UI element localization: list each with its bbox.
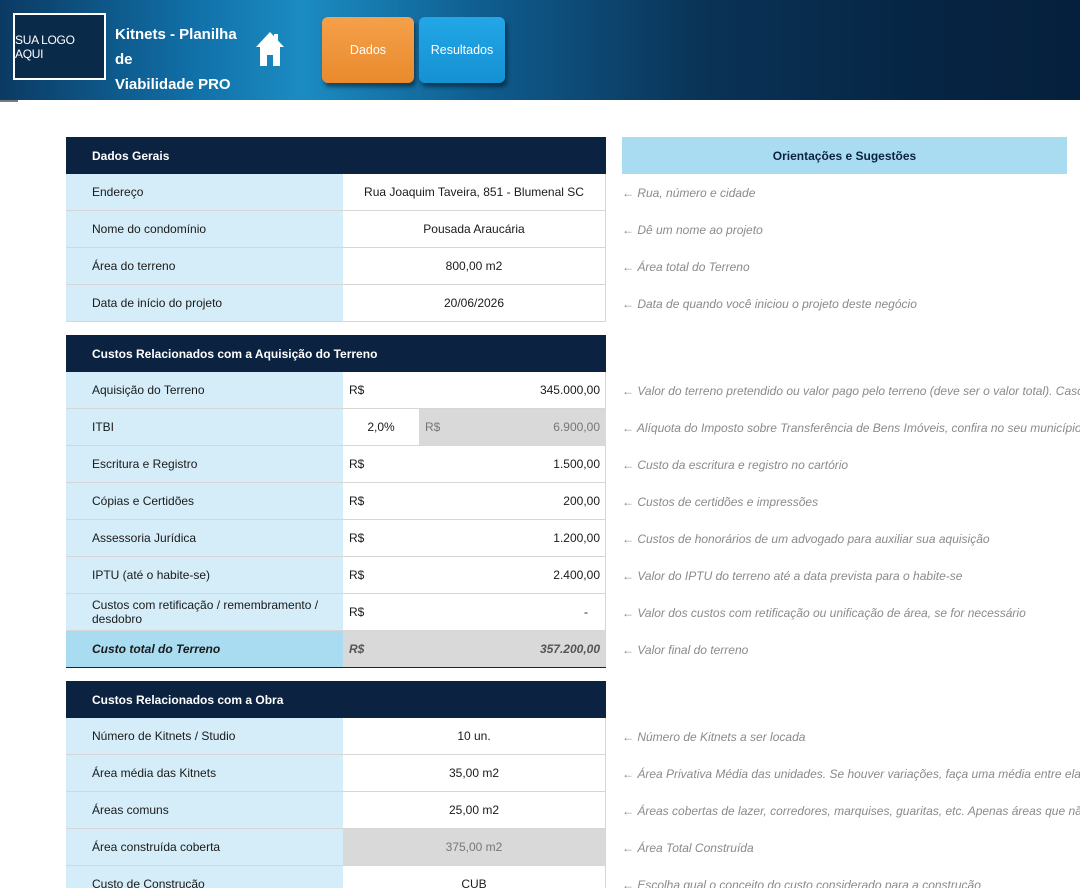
- row-aquisicao: Aquisição do Terreno R$ 345.000,00: [66, 372, 606, 409]
- logo-text: SUA LOGO AQUI: [15, 32, 75, 61]
- label-copias: Cópias e Certidões: [66, 483, 343, 519]
- label-custo-construcao: Custo de Construção: [66, 866, 343, 888]
- label-assessoria: Assessoria Jurídica: [66, 520, 343, 556]
- row-escritura: Escritura e Registro R$ 1.500,00: [66, 446, 606, 483]
- label-area-terreno: Área do terreno: [66, 248, 343, 284]
- hint-iptu: ← Valor do IPTU do terreno até a data pr…: [622, 568, 963, 583]
- resultados-button[interactable]: Resultados: [419, 17, 505, 83]
- hint-custo-construcao: ← Escolha qual o conceito do custo consi…: [622, 877, 981, 888]
- input-itbi-percent[interactable]: 2,0%: [343, 409, 419, 445]
- hint-itbi: ← Alíquota do Imposto sobre Transferênci…: [622, 420, 1080, 435]
- currency-copias: R$: [349, 494, 365, 508]
- row-copias: Cópias e Certidões R$ 200,00: [66, 483, 606, 520]
- hint-total-terreno: ← Valor final do terreno: [622, 642, 749, 657]
- orientacoes-header: Orientações e Sugestões: [622, 137, 1067, 174]
- row-data-inicio: Data de início do projeto 20/06/2026: [66, 285, 606, 322]
- currency-retificacao: R$: [349, 605, 365, 619]
- label-data-inicio: Data de início do projeto: [66, 285, 343, 321]
- amount-total-terreno: 357.200,00: [539, 642, 600, 656]
- hint-assessoria: ← Custos de honorários de um advogado pa…: [622, 531, 990, 546]
- row-itbi: ITBI 2,0% R$ 6.900,00: [66, 409, 606, 446]
- hint-area-terreno: ← Área total do Terreno: [622, 259, 750, 274]
- row-retificacao: Custos com retificação / remembramento /…: [66, 594, 606, 631]
- hint-numero-kitnets: ← Número de Kitnets a ser locada: [622, 729, 806, 744]
- hint-area-construida: ← Área Total Construída: [622, 840, 754, 855]
- input-numero-kitnets[interactable]: 10 un.: [343, 718, 606, 754]
- home-icon[interactable]: [255, 30, 285, 68]
- logo-placeholder: SUA LOGO AQUI: [13, 13, 106, 80]
- input-area-terreno[interactable]: 800,00 m2: [343, 248, 606, 284]
- hint-data-inicio: ← Data de quando você iniciou o projeto …: [622, 296, 917, 311]
- label-itbi: ITBI: [66, 409, 343, 445]
- label-endereco: Endereço: [66, 174, 343, 210]
- currency-total-terreno: R$: [349, 642, 365, 656]
- label-area-media: Área média das Kitnets: [66, 755, 343, 791]
- currency-iptu: R$: [349, 568, 365, 582]
- row-total-terreno: Custo total do Terreno R$ 357.200,00: [66, 631, 606, 668]
- label-escritura: Escritura e Registro: [66, 446, 343, 482]
- amount-aquisicao: 345.000,00: [539, 383, 600, 397]
- section-dados-gerais: Dados Gerais: [66, 137, 606, 174]
- label-aquisicao: Aquisição do Terreno: [66, 372, 343, 408]
- label-iptu: IPTU (até o habite-se): [66, 557, 343, 593]
- amount-iptu: 2.400,00: [553, 568, 600, 582]
- label-numero-kitnets: Número de Kitnets / Studio: [66, 718, 343, 754]
- amount-escritura: 1.500,00: [553, 457, 600, 471]
- label-area-construida: Área construída coberta: [66, 829, 343, 865]
- label-total-terreno: Custo total do Terreno: [66, 631, 343, 667]
- row-numero-kitnets: Número de Kitnets / Studio 10 un.: [66, 718, 606, 755]
- currency-assessoria: R$: [349, 531, 365, 545]
- section-obra: Custos Relacionados com a Obra: [66, 681, 606, 718]
- hint-nome-condominio: ← Dê um nome ao projeto: [622, 222, 763, 237]
- currency-aquisicao: R$: [349, 383, 365, 397]
- input-nome-condominio[interactable]: Pousada Araucária: [343, 211, 606, 247]
- hint-aquisicao: ← Valor do terreno pretendido ou valor p…: [622, 383, 1080, 398]
- app-title: Kitnets - Planilha de Viabilidade PRO: [115, 22, 255, 97]
- row-area-media: Área média das Kitnets 35,00 m2: [66, 755, 606, 792]
- input-areas-comuns[interactable]: 25,00 m2: [343, 792, 606, 828]
- input-area-media[interactable]: 35,00 m2: [343, 755, 606, 791]
- row-area-construida: Área construída coberta 375,00 m2: [66, 829, 606, 866]
- amount-copias: 200,00: [563, 494, 600, 508]
- row-assessoria: Assessoria Jurídica R$ 1.200,00: [66, 520, 606, 557]
- dados-button[interactable]: Dados: [322, 17, 414, 83]
- input-data-inicio[interactable]: 20/06/2026: [343, 285, 606, 321]
- amount-itbi: 6.900,00: [553, 420, 600, 434]
- itbi-computed: R$ 6.900,00: [419, 409, 606, 445]
- row-endereco: Endereço Rua Joaquim Taveira, 851 - Blum…: [66, 174, 606, 211]
- section-terreno: Custos Relacionados com a Aquisição do T…: [66, 335, 606, 372]
- label-areas-comuns: Áreas comuns: [66, 792, 343, 828]
- row-iptu: IPTU (até o habite-se) R$ 2.400,00: [66, 557, 606, 594]
- currency-itbi: R$: [425, 420, 441, 434]
- select-custo-construcao[interactable]: CUB: [343, 866, 606, 888]
- value-area-construida: 375,00 m2: [343, 829, 606, 865]
- hint-copias: ← Custos de certidões e impressões: [622, 494, 819, 509]
- hint-retificacao: ← Valor dos custos com retificação ou un…: [622, 605, 1026, 620]
- hint-escritura: ← Custo da escritura e registro no cartó…: [622, 457, 849, 472]
- row-nome-condominio: Nome do condomínio Pousada Araucária: [66, 211, 606, 248]
- row-custo-construcao: Custo de Construção CUB: [66, 866, 606, 888]
- hint-area-media: ← Área Privativa Média das unidades. Se …: [622, 766, 1080, 781]
- app-header: SUA LOGO AQUI Kitnets - Planilha de Viab…: [0, 0, 1080, 100]
- label-retificacao: Custos com retificação / remembramento /…: [66, 594, 343, 630]
- header-tick: [0, 100, 18, 102]
- hint-endereco: ← Rua, número e cidade: [622, 185, 756, 200]
- hint-areas-comuns: ← Áreas cobertas de lazer, corredores, m…: [622, 803, 1080, 818]
- app-title-line1: Kitnets - Planilha de: [115, 26, 237, 68]
- input-endereco[interactable]: Rua Joaquim Taveira, 851 - Blumenal SC: [343, 174, 606, 210]
- app-title-line2: Viabilidade PRO: [115, 76, 231, 93]
- row-areas-comuns: Áreas comuns 25,00 m2: [66, 792, 606, 829]
- currency-escritura: R$: [349, 457, 365, 471]
- label-nome-condominio: Nome do condomínio: [66, 211, 343, 247]
- amount-retificacao: -: [584, 605, 588, 619]
- amount-assessoria: 1.200,00: [553, 531, 600, 545]
- input-retificacao[interactable]: [343, 594, 606, 630]
- row-area-terreno: Área do terreno 800,00 m2: [66, 248, 606, 285]
